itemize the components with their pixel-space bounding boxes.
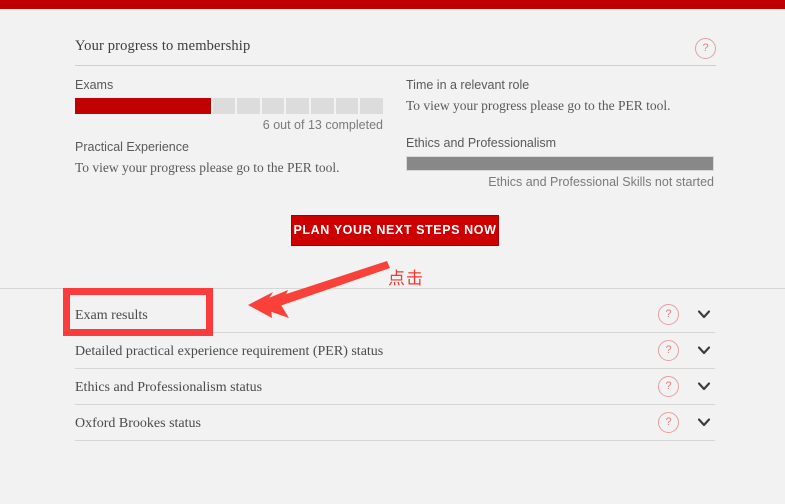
status-accordion: Exam results? Detailed practical experien…: [75, 297, 715, 441]
chevron-down-icon[interactable]: [696, 306, 712, 322]
question-mark-icon[interactable]: ?: [658, 412, 679, 433]
progress-segment: [120, 98, 143, 114]
chevron-down-icon[interactable]: [696, 414, 712, 430]
progress-item-time-in-role: Time in a relevant role To view your pro…: [406, 78, 716, 114]
progress-segment: [165, 98, 189, 114]
chevron-down-icon[interactable]: [696, 342, 712, 358]
question-mark-icon[interactable]: ?: [658, 376, 679, 397]
ethics-progress-bar: [406, 156, 714, 171]
progress-segment: [261, 98, 285, 114]
progress-segment: [75, 98, 98, 114]
progress-right-column: Time in a relevant role To view your pro…: [406, 78, 716, 197]
section-divider: [0, 288, 785, 289]
accordion-row[interactable]: Exam results?: [75, 297, 715, 333]
progress-segment: [188, 98, 211, 114]
accordion-row[interactable]: Oxford Brookes status?: [75, 405, 715, 441]
accordion-row-label: Ethics and Professionalism status: [75, 380, 263, 395]
accordion-row-label: Oxford Brookes status: [75, 416, 201, 431]
progress-card-title: Your progress to membership: [75, 38, 251, 54]
progress-segment: [97, 98, 121, 114]
question-mark-icon[interactable]: ?: [658, 304, 679, 325]
accordion-row-label: Detailed practical experience requiremen…: [75, 344, 384, 359]
progress-item-practical-experience: Practical Experience To view your progre…: [75, 140, 385, 176]
accordion-row[interactable]: Detailed practical experience requiremen…: [75, 333, 715, 369]
time-in-relevant-role-note: To view your progress please go to the P…: [406, 98, 671, 113]
progress-segment: [212, 98, 236, 114]
chevron-down-icon[interactable]: [696, 378, 712, 394]
accordion-row-label: Exam results: [75, 308, 148, 323]
progress-segment: [360, 98, 383, 114]
exams-label: Exams: [75, 78, 114, 92]
time-in-relevant-role-label: Time in a relevant role: [406, 78, 530, 92]
column-spacer: [406, 114, 716, 136]
progress-left-column: Exams 6 out of 13 completed Practical Ex…: [75, 78, 385, 176]
ethics-and-professionalism-label: Ethics and Professionalism: [406, 136, 557, 150]
progress-item-exams: Exams 6 out of 13 completed: [75, 78, 385, 132]
progress-segment: [142, 98, 166, 114]
exams-progress-caption: 6 out of 13 completed: [262, 118, 383, 132]
progress-segment: [311, 98, 334, 114]
plan-your-next-steps-button[interactable]: PLAN YOUR NEXT STEPS NOW: [291, 215, 499, 246]
progress-segment: [335, 98, 359, 114]
practical-experience-note: To view your progress please go to the P…: [75, 160, 340, 175]
ethics-progress-caption: Ethics and Professional Skills not start…: [488, 175, 714, 189]
practical-experience-label: Practical Experience: [75, 140, 189, 154]
exams-progress-bar: [75, 98, 383, 114]
page-body: Your progress to membership ? Exams 6 ou…: [0, 9, 785, 504]
accordion-row[interactable]: Ethics and Professionalism status?: [75, 369, 715, 405]
card-divider: [75, 65, 716, 66]
progress-segment: [286, 98, 310, 114]
progress-segment: [237, 98, 260, 114]
site-top-bar: [0, 0, 785, 9]
question-mark-icon[interactable]: ?: [695, 38, 716, 59]
progress-item-ethics: Ethics and Professionalism Ethics and Pr…: [406, 136, 716, 189]
question-mark-icon[interactable]: ?: [658, 340, 679, 361]
